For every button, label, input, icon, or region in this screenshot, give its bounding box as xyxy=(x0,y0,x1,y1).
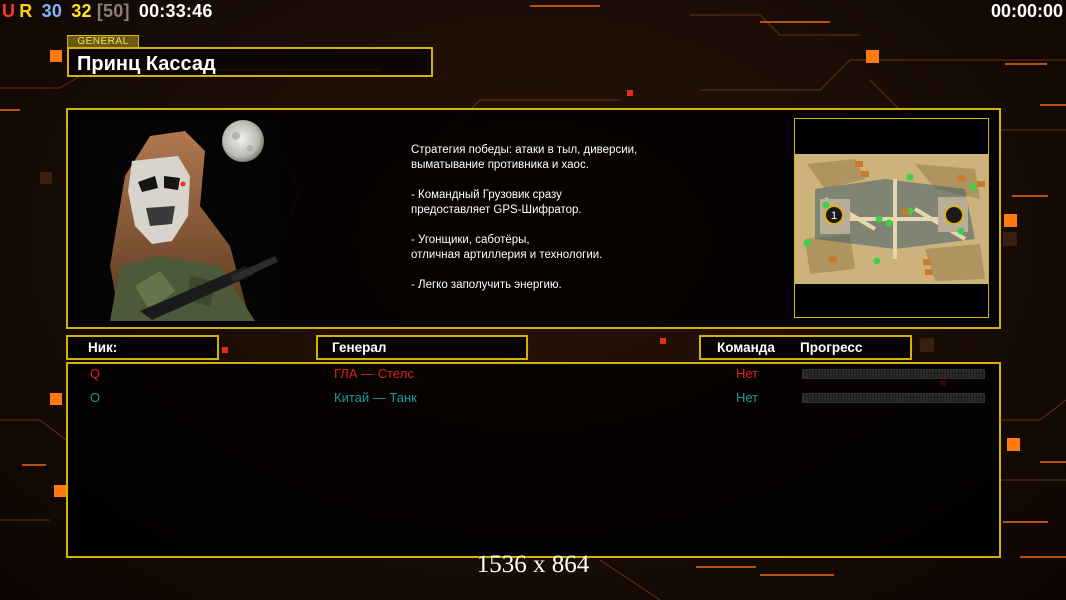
hud-stats: UR 30 32 [50] 00:33:46 xyxy=(2,1,217,22)
resolution-label: 1536 x 864 xyxy=(476,551,590,578)
hud-elapsed-time: 00:33:46 xyxy=(138,1,213,21)
player-row: Q ГЛА — Стелс Нет xyxy=(68,366,999,384)
hud-ur-suffix: R xyxy=(19,1,33,21)
player-row: O Китай — Танк Нет xyxy=(68,390,999,408)
general-portrait xyxy=(80,116,282,321)
player-team: Нет xyxy=(736,390,759,405)
map-thumbnail: 1 xyxy=(795,154,988,284)
hud-value-3: [50] xyxy=(96,1,130,21)
player-progress-bar xyxy=(802,393,985,403)
general-description: Стратегия победы: атаки в тыл, диверсии,… xyxy=(411,144,638,291)
player-nick: Q xyxy=(90,366,101,381)
header-general: Генерал xyxy=(316,335,528,360)
player-team: Нет xyxy=(736,366,759,381)
map-preview[interactable]: 1 xyxy=(794,118,989,318)
header-team: Команда xyxy=(717,340,775,355)
player-nick: O xyxy=(90,390,101,405)
map-start-1: 1 xyxy=(831,210,837,222)
general-name: Принц Кассад xyxy=(67,47,433,77)
hud-value-1: 30 xyxy=(41,1,63,21)
hud-ur-prefix: U xyxy=(2,1,16,21)
player-progress-bar xyxy=(802,369,985,379)
players-panel: Q ГЛА — Стелс Нет O Китай — Танк Нет xyxy=(66,362,1001,558)
hud-value-2: 32 xyxy=(71,1,92,21)
hud-timer: 00:00:00 xyxy=(990,1,1063,21)
hud-ur-label: UR xyxy=(2,1,32,21)
header-team-progress: Команда Прогресс xyxy=(699,335,912,360)
player-general: Китай — Танк xyxy=(334,390,417,405)
header-progress: Прогресс xyxy=(800,340,863,355)
header-nick: Ник: xyxy=(66,335,219,360)
player-general: ГЛА — Стелс xyxy=(334,366,414,381)
